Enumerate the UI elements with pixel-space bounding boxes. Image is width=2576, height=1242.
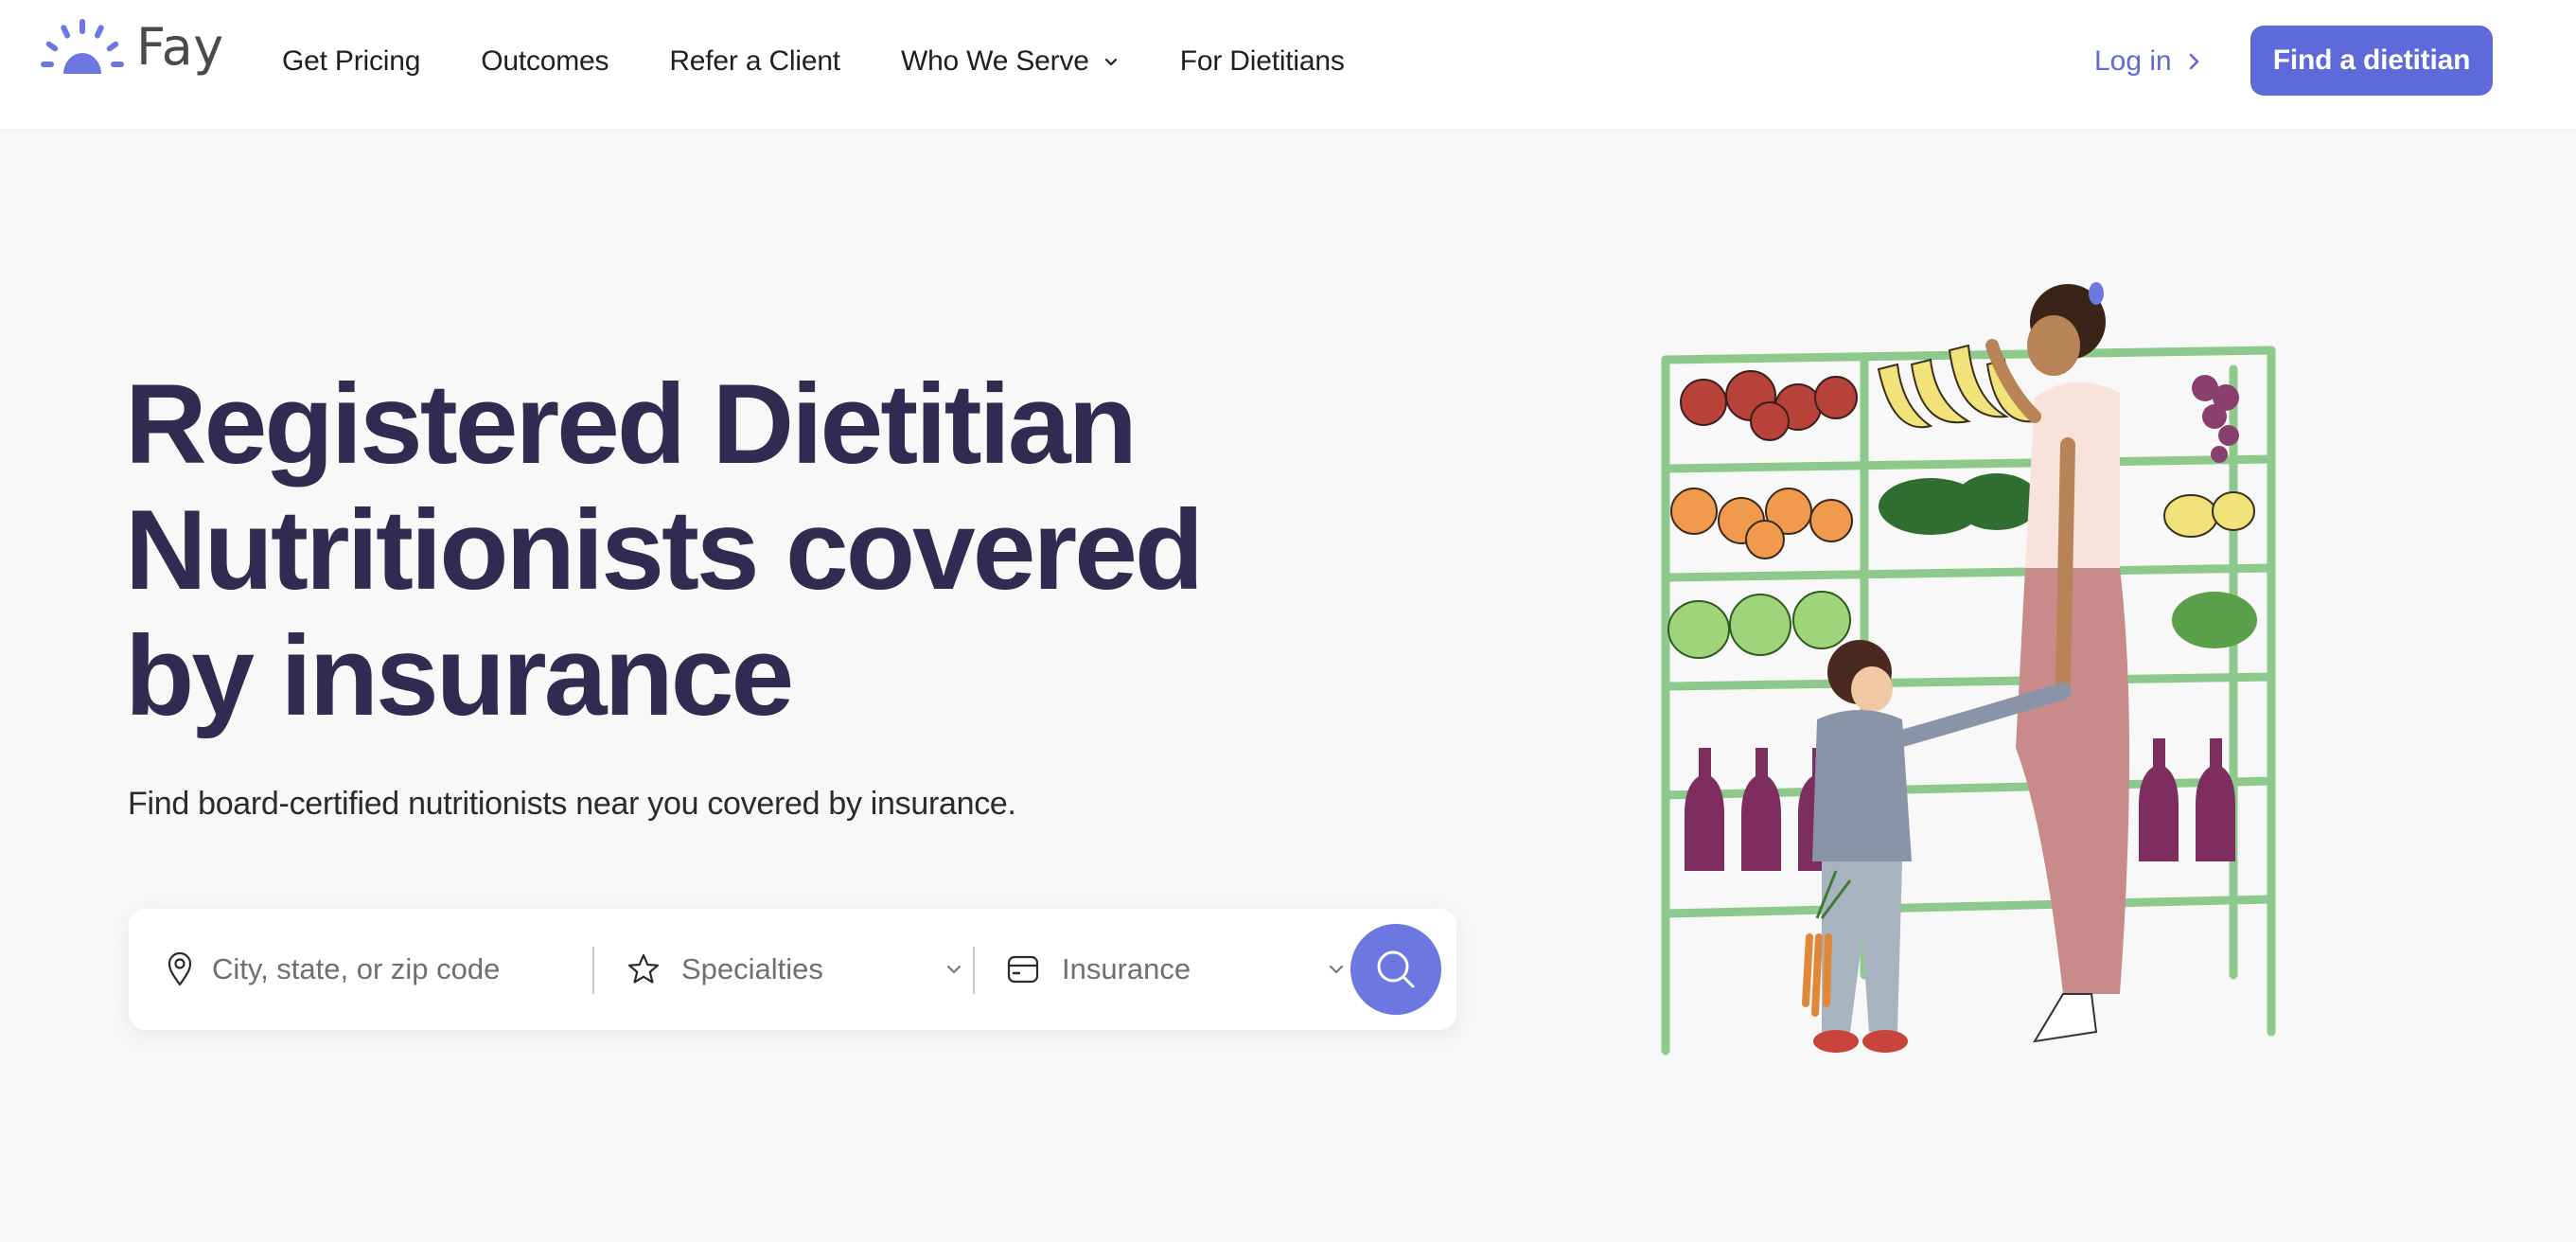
search-bar: City, state, or zip code Specialties Ins… <box>129 909 1456 1030</box>
nav-who-we-serve[interactable]: Who We Serve <box>901 45 1120 78</box>
site-header: Fay Get Pricing Outcomes Refer a Client … <box>0 0 2576 129</box>
field-divider <box>973 947 975 994</box>
nav-label: Outcomes <box>481 45 609 77</box>
nav-label: Get Pricing <box>282 45 421 77</box>
headline-line: Nutritionists covered <box>125 487 1204 613</box>
nav-outcomes[interactable]: Outcomes <box>481 45 609 78</box>
nav-get-pricing[interactable]: Get Pricing <box>282 45 420 78</box>
search-icon <box>1377 950 1415 988</box>
chevron-down-icon <box>1329 965 1344 974</box>
star-icon <box>627 953 660 984</box>
nav-refer-a-client[interactable]: Refer a Client <box>669 45 840 78</box>
nav-label: Refer a Client <box>669 45 840 77</box>
login-label: Log in <box>2094 45 2172 77</box>
brand-name: Fay <box>136 17 224 77</box>
sun-logo-icon <box>41 19 124 74</box>
hero-subtitle: Find board-certified nutritionists near … <box>128 786 1016 822</box>
brand-logo[interactable]: Fay <box>38 17 224 78</box>
map-pin-icon <box>168 951 192 986</box>
grocery-shopping-illustration-icon <box>1661 282 2276 1056</box>
location-input-placeholder: City, state, or zip code <box>212 952 501 985</box>
chevron-down-icon <box>1104 58 1117 66</box>
hero-illustration <box>1647 256 2309 1145</box>
login-link[interactable]: Log in <box>2094 40 2202 83</box>
credit-card-icon <box>1007 955 1039 984</box>
location-field[interactable]: City, state, or zip code <box>167 909 583 1030</box>
main-nav: Get Pricing Outcomes Refer a Client Who … <box>282 40 1405 83</box>
field-divider <box>592 947 594 994</box>
search-button[interactable] <box>1350 924 1441 1015</box>
nav-label: For Dietitians <box>1179 45 1345 77</box>
chevron-down-icon <box>946 965 962 974</box>
headline-line: Registered Dietitian <box>125 361 1138 488</box>
nav-label: Who We Serve <box>900 45 1089 77</box>
find-dietitian-button[interactable]: Find a dietitian <box>2250 26 2493 96</box>
chevron-right-icon <box>2189 53 2199 70</box>
specialties-label: Specialties <box>681 952 823 985</box>
insurance-label: Insurance <box>1062 952 1191 985</box>
page-title: Registered Dietitian Nutritionists cover… <box>125 361 1204 739</box>
nav-for-dietitians[interactable]: For Dietitians <box>1180 45 1345 78</box>
headline-line: by insurance <box>125 612 794 739</box>
